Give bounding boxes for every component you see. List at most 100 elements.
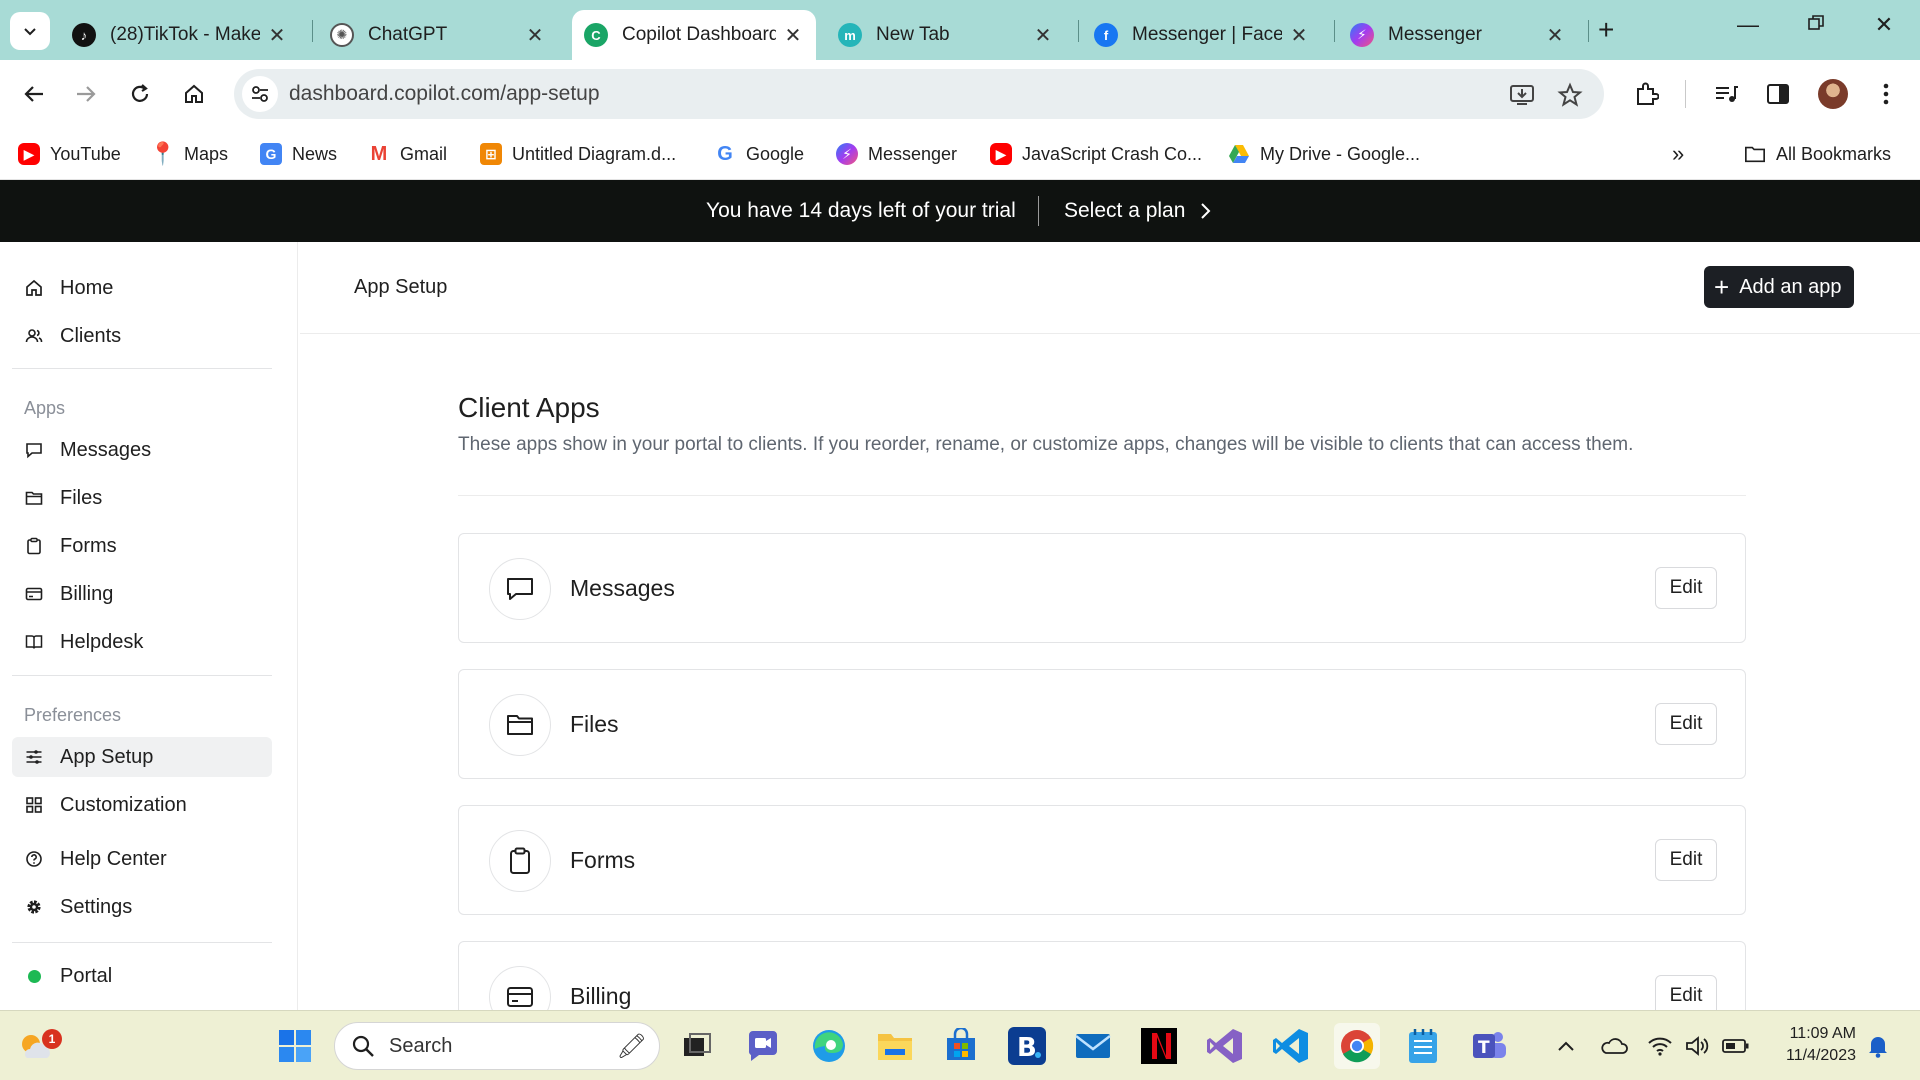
teams-button[interactable]: T: [1466, 1023, 1512, 1069]
netflix-icon: [1141, 1028, 1177, 1064]
widgets-button[interactable]: 1: [12, 1023, 62, 1069]
chevron-up-icon: [1558, 1041, 1574, 1051]
taskbar-search[interactable]: Search 🖍: [334, 1022, 660, 1070]
teams-chat-button[interactable]: [740, 1023, 786, 1069]
tab-messenger-facebook[interactable]: f Messenger | Facebook ✕: [1082, 10, 1322, 60]
clipboard-icon: [24, 536, 44, 556]
back-button[interactable]: [14, 74, 54, 114]
sidebar-item-portal[interactable]: Portal: [12, 956, 272, 996]
minimize-button[interactable]: —: [1728, 12, 1768, 38]
book-icon: [24, 632, 44, 652]
battery-icon[interactable]: [1722, 1033, 1750, 1059]
app-card-files[interactable]: Files Edit: [458, 669, 1746, 779]
close-icon[interactable]: ✕: [524, 23, 546, 48]
tab-search-button[interactable]: [10, 12, 50, 50]
tab-separator: [1078, 20, 1079, 42]
close-icon[interactable]: ✕: [266, 23, 288, 48]
restore-button[interactable]: [1796, 12, 1836, 38]
app-card-forms[interactable]: Forms Edit: [458, 805, 1746, 915]
tab-chatgpt[interactable]: ✺ ChatGPT ✕: [318, 10, 558, 60]
bookmark-maps[interactable]: 📍 Maps: [149, 138, 228, 170]
folder-icon: [24, 488, 44, 508]
more-menu-icon[interactable]: [1868, 76, 1904, 112]
close-window-button[interactable]: ✕: [1864, 12, 1904, 38]
forward-button[interactable]: [66, 74, 106, 114]
reload-button[interactable]: [120, 74, 160, 114]
edit-button[interactable]: Edit: [1655, 567, 1717, 609]
tab-messenger[interactable]: ⚡ Messenger ✕: [1338, 10, 1578, 60]
visual-studio-button[interactable]: [1202, 1023, 1248, 1069]
address-bar[interactable]: dashboard.copilot.com/app-setup: [234, 69, 1604, 119]
close-icon[interactable]: ✕: [1288, 23, 1310, 48]
sidebar-item-messages[interactable]: Messages: [12, 430, 272, 470]
edge-button[interactable]: [806, 1023, 852, 1069]
mail-button[interactable]: [1070, 1023, 1116, 1069]
edit-button[interactable]: Edit: [1655, 839, 1717, 881]
bookmark-star-icon[interactable]: [1556, 81, 1584, 109]
show-hidden-icons[interactable]: [1552, 1033, 1580, 1059]
tab-new-tab[interactable]: m New Tab ✕: [826, 10, 1066, 60]
chrome-button[interactable]: [1334, 1023, 1380, 1069]
sidebar-item-customization[interactable]: Customization: [12, 785, 272, 825]
sidebar-item-app-setup[interactable]: App Setup: [12, 737, 272, 777]
new-tab-button[interactable]: +: [1598, 14, 1614, 46]
extensions-icon[interactable]: [1628, 76, 1664, 112]
start-button[interactable]: [272, 1023, 318, 1069]
all-bookmarks-button[interactable]: All Bookmarks: [1744, 138, 1891, 170]
news-icon: G: [260, 143, 282, 165]
bookmark-youtube[interactable]: ▶ YouTube: [18, 138, 121, 170]
add-app-label: Add an app: [1739, 275, 1842, 298]
add-app-button[interactable]: + Add an app: [1704, 266, 1854, 308]
notepad-button[interactable]: [1400, 1023, 1446, 1069]
bookmark-label: Messenger: [868, 143, 958, 164]
sidebar-item-help-center[interactable]: Help Center: [12, 839, 272, 879]
bookmark-javascript-crash-course[interactable]: ▶ JavaScript Crash Co...: [990, 138, 1202, 170]
tab-tiktok[interactable]: ♪ (28)TikTok - Make ✕: [60, 10, 300, 60]
tab-title: Messenger: [1388, 24, 1482, 45]
close-icon[interactable]: ✕: [1544, 23, 1566, 48]
onedrive-icon[interactable]: [1600, 1033, 1628, 1059]
more-bookmarks-button[interactable]: »: [1672, 138, 1684, 170]
url-text[interactable]: dashboard.copilot.com/app-setup: [289, 82, 600, 106]
media-controls-icon[interactable]: [1708, 76, 1744, 112]
bookmark-untitled-diagram[interactable]: ⊞ Untitled Diagram.d...: [480, 138, 676, 170]
sidebar-item-billing[interactable]: Billing: [12, 574, 272, 614]
sidebar-item-clients[interactable]: Clients: [12, 316, 272, 356]
sidebar-item-settings[interactable]: Settings: [12, 887, 272, 927]
taskbar-clock[interactable]: 11:09 AM 11/4/2023: [1770, 1023, 1856, 1067]
edit-button[interactable]: Edit: [1655, 703, 1717, 745]
close-icon[interactable]: ✕: [1032, 23, 1054, 48]
profile-avatar[interactable]: [1818, 79, 1848, 109]
booking-button[interactable]: B: [1004, 1023, 1050, 1069]
sidebar-item-forms[interactable]: Forms: [12, 526, 272, 566]
file-explorer-button[interactable]: [872, 1023, 918, 1069]
app-card-messages[interactable]: Messages Edit: [458, 533, 1746, 643]
sidebar-item-helpdesk[interactable]: Helpdesk: [12, 622, 272, 662]
bookmark-google[interactable]: G Google: [714, 138, 804, 170]
vscode-button[interactable]: [1268, 1023, 1314, 1069]
bookmark-gmail[interactable]: M Gmail: [368, 138, 447, 170]
search-highlight-icon: 🖍: [616, 1032, 647, 1060]
notifications-bell-icon[interactable]: [1864, 1033, 1892, 1059]
bookmark-my-drive[interactable]: My Drive - Google...: [1228, 138, 1420, 170]
task-view-button[interactable]: [674, 1023, 720, 1069]
side-panel-icon[interactable]: [1760, 76, 1796, 112]
sidebar-item-label: Settings: [60, 895, 133, 918]
sidebar-item-files[interactable]: Files: [12, 478, 272, 518]
wifi-icon[interactable]: [1646, 1033, 1674, 1059]
netflix-button[interactable]: [1136, 1023, 1182, 1069]
site-info-icon[interactable]: [242, 76, 278, 112]
sidebar-item-home[interactable]: Home: [12, 268, 272, 308]
bookmark-news[interactable]: G News: [260, 138, 337, 170]
bookmark-messenger[interactable]: ⚡ Messenger: [836, 138, 957, 170]
tab-copilot-dashboard[interactable]: C Copilot Dashboard ✕: [572, 10, 816, 60]
store-button[interactable]: [938, 1023, 984, 1069]
home-button[interactable]: [174, 74, 214, 114]
status-dot-icon: [24, 966, 44, 986]
sidebar-item-label: Portal: [60, 964, 113, 987]
select-plan-link[interactable]: Select a plan: [1064, 199, 1211, 223]
home-icon: [24, 278, 44, 298]
close-icon[interactable]: ✕: [782, 23, 804, 48]
install-app-icon[interactable]: [1508, 81, 1536, 109]
volume-icon[interactable]: [1684, 1033, 1712, 1059]
